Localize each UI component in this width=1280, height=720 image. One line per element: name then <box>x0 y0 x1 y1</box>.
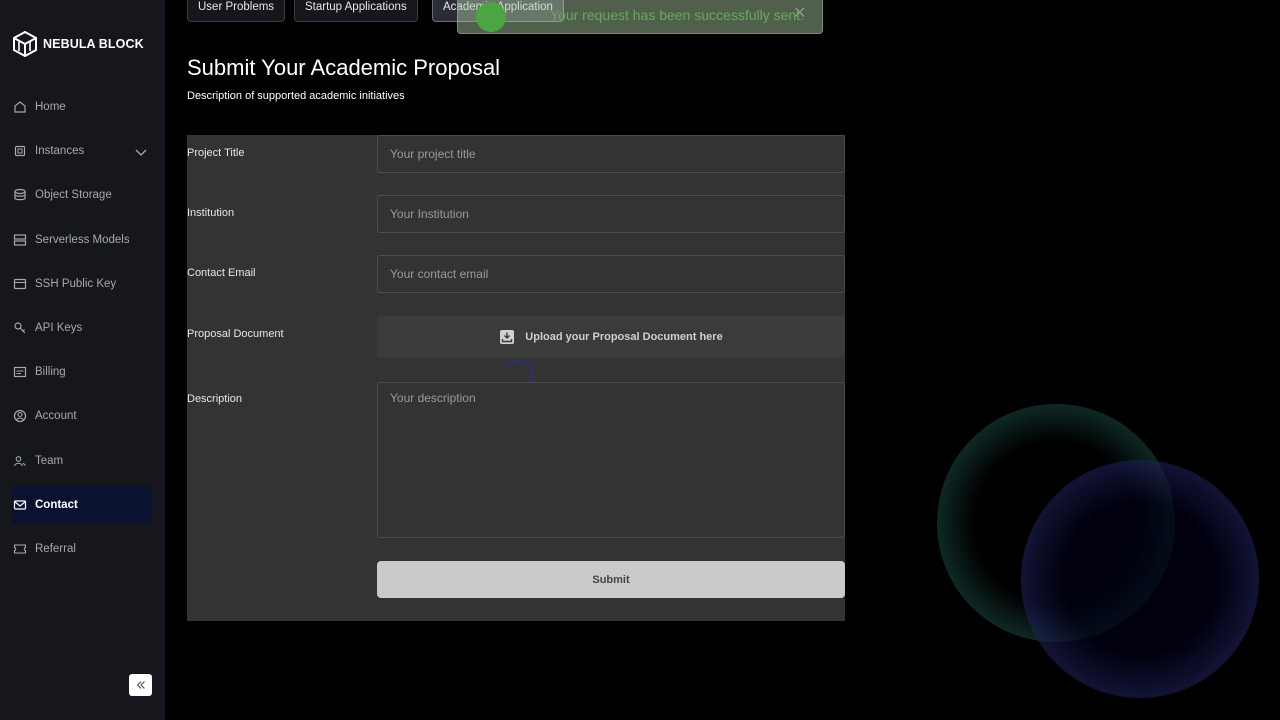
sidebar-item-home[interactable]: Home <box>12 88 152 126</box>
sidebar-item-label: Object Storage <box>35 189 112 201</box>
decorative-orb-purple <box>1021 460 1259 698</box>
sidebar-item-serverless-models[interactable]: Serverless Models <box>12 221 152 259</box>
chip-icon <box>14 145 26 157</box>
sidebar-item-label: Team <box>35 455 64 467</box>
project-title-input[interactable] <box>377 135 845 173</box>
sidebar-item-label: Account <box>35 410 77 422</box>
double-chevron-left-icon <box>136 681 145 689</box>
database-icon <box>14 188 26 201</box>
sidebar: NEBULA BLOCK Home Instances Object Stora… <box>0 0 165 720</box>
page-title: Submit Your Academic Proposal <box>187 55 501 80</box>
billing-icon <box>13 366 27 378</box>
upload-icon <box>500 330 515 344</box>
home-icon <box>14 101 26 113</box>
contact-email-input[interactable] <box>377 255 845 293</box>
institution-input[interactable] <box>377 195 845 233</box>
sidebar-item-label: Billing <box>35 366 66 378</box>
tab-user-problems[interactable]: User Problems <box>187 0 286 22</box>
sidebar-item-object-storage[interactable]: Object Storage <box>12 176 152 214</box>
sidebar-item-label: Home <box>35 101 66 113</box>
project-title-label: Project Title <box>187 147 245 159</box>
sidebar-item-label: Contact <box>35 499 78 511</box>
key-icon <box>14 322 26 334</box>
proposal-form: Project Title Institution Contact Email … <box>187 135 845 621</box>
toast-message: Your request has been successfully sent. <box>550 7 804 23</box>
page-subtitle: Description of supported academic initia… <box>187 90 405 102</box>
contact-email-label: Contact Email <box>187 267 256 279</box>
sidebar-item-label: Serverless Models <box>35 234 130 246</box>
success-check-icon <box>476 2 506 32</box>
upload-dropzone[interactable]: Upload your Proposal Document here <box>377 316 845 358</box>
key-card-icon <box>13 278 27 290</box>
sidebar-item-label: API Keys <box>35 322 83 334</box>
sidebar-item-instances[interactable]: Instances <box>12 132 152 170</box>
mail-icon <box>13 500 27 510</box>
chevron-down-icon[interactable] <box>134 145 148 159</box>
upload-text: Upload your Proposal Document here <box>525 331 723 343</box>
collapse-sidebar-button[interactable] <box>129 674 152 696</box>
success-toast: Your request has been successfully sent.… <box>457 0 823 34</box>
sidebar-item-account[interactable]: Account <box>12 397 152 435</box>
description-textarea[interactable] <box>377 382 845 538</box>
sidebar-item-billing[interactable]: Billing <box>12 353 152 391</box>
sidebar-item-api-keys[interactable]: API Keys <box>12 309 152 347</box>
tab-startup-applications[interactable]: Startup Applications <box>294 0 418 22</box>
institution-label: Institution <box>187 207 235 219</box>
submit-button[interactable]: Submit <box>377 561 845 598</box>
team-icon <box>13 456 26 467</box>
proposal-document-label: Proposal Document <box>187 328 284 340</box>
sidebar-item-label: Instances <box>35 145 85 157</box>
sidebar-item-referral[interactable]: Referral <box>12 530 152 568</box>
description-label: Description <box>187 393 243 405</box>
sidebar-item-label: Referral <box>35 543 76 555</box>
nebula-logo-icon <box>13 31 37 57</box>
logo[interactable]: NEBULA BLOCK <box>13 31 144 57</box>
sidebar-item-label: SSH Public Key <box>35 278 117 290</box>
sidebar-item-ssh-public-key[interactable]: SSH Public Key <box>12 265 152 303</box>
server-icon <box>13 234 27 246</box>
sidebar-item-team[interactable]: Team <box>12 442 152 480</box>
sidebar-item-contact[interactable]: Contact <box>12 486 152 524</box>
app-name: NEBULA BLOCK <box>43 37 144 51</box>
close-icon[interactable]: ✕ <box>793 3 806 23</box>
ticket-icon <box>13 544 27 554</box>
user-circle-icon <box>13 409 27 423</box>
